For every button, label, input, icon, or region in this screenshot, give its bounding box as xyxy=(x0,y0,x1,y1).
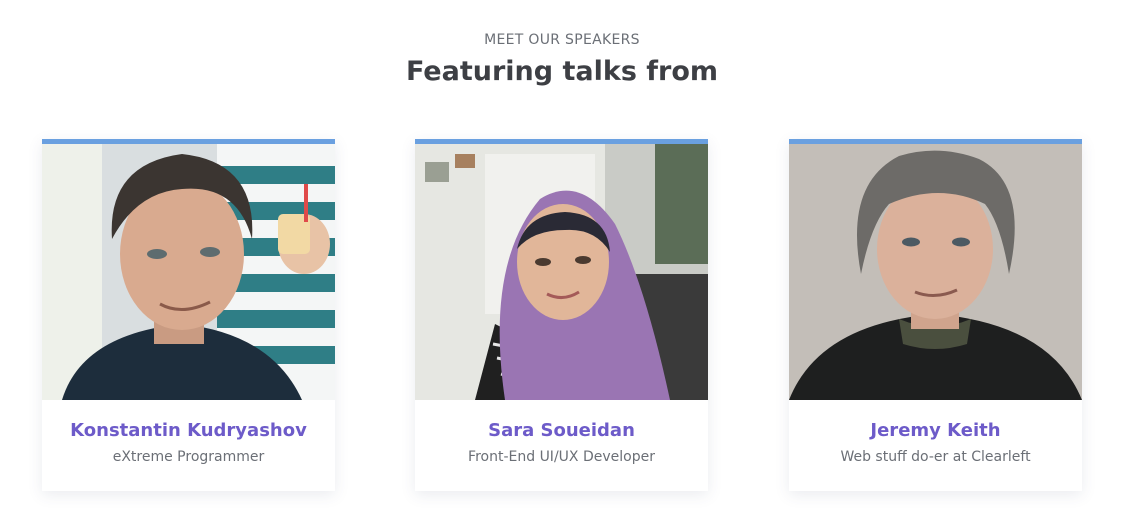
speaker-role: eXtreme Programmer xyxy=(112,449,265,465)
speaker-name-link[interactable]: Jeremy Keith xyxy=(789,420,1082,441)
speaker-name-link[interactable]: Konstantin Kudryashov xyxy=(42,420,335,441)
speaker-card[interactable]: Sara Soueidan Front-End UI/UX Developer xyxy=(415,139,708,491)
speaker-photo[interactable] xyxy=(42,144,335,400)
speaker-photo-image xyxy=(415,144,708,400)
speaker-role: Front-End UI/UX Developer xyxy=(468,449,655,465)
section-heading: Featuring talks from xyxy=(405,56,719,87)
section-eyebrow: MEET OUR SPEAKERS xyxy=(484,32,640,48)
speaker-name-link[interactable]: Sara Soueidan xyxy=(415,420,708,441)
speaker-photo[interactable] xyxy=(789,144,1082,400)
speaker-card[interactable]: Konstantin Kudryashov eXtreme Programmer xyxy=(42,139,335,491)
speakers-section: MEET OUR SPEAKERS Featuring talks from K… xyxy=(0,0,1124,529)
speaker-photo-image xyxy=(789,144,1082,400)
speaker-role: Web stuff do-er at Clearleft xyxy=(840,449,1031,465)
speaker-photo-image xyxy=(42,144,335,400)
speaker-card[interactable]: Jeremy Keith Web stuff do-er at Clearlef… xyxy=(789,139,1082,491)
speaker-photo[interactable] xyxy=(415,144,708,400)
